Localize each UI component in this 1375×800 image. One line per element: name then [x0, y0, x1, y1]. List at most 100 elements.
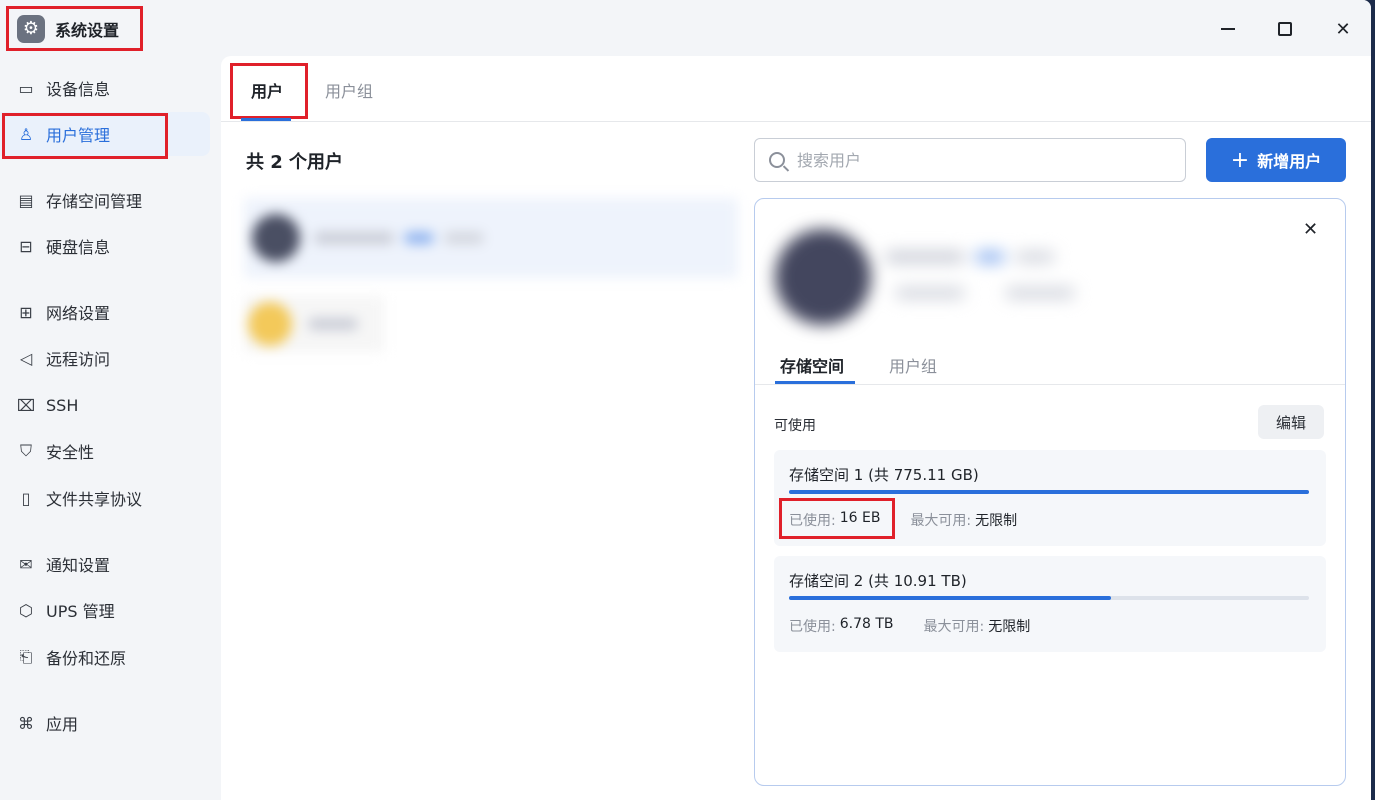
used-value: 6.78 TB [839, 616, 894, 632]
pool-stats: 已使用: 6.78 TB 最大可用: 无限制 [789, 616, 1030, 636]
user-list-item[interactable] [244, 296, 384, 352]
used-label: 已使用: [789, 513, 836, 529]
user-list-item[interactable] [244, 198, 738, 278]
sidebar-item-label: 网络设置 [46, 304, 111, 323]
blurred-text [1005, 287, 1075, 299]
add-user-label: 新增用户 [1257, 152, 1322, 171]
sidebar-item-disk-info[interactable]: ⊟ 硬盘信息 [0, 224, 210, 268]
apps-icon: ⌘ [18, 713, 34, 733]
gear-icon: ⚙ [17, 14, 45, 43]
settings-window: ⚙ 系统设置 ✕ ▭ 设备信息 ♙ 用户管理 ▤ 存储空间管理 ⊟ 硬盘信息 ⊞… [0, 0, 1371, 800]
sidebar-item-apps[interactable]: ⌘ 应用 [0, 701, 210, 745]
blurred-text [1015, 251, 1055, 263]
max-available-value: 无限制 [975, 513, 1018, 529]
send-icon: ◁ [19, 348, 33, 368]
blurred-user-header [755, 199, 1345, 349]
blurred-badge [975, 251, 1005, 263]
sidebar-item-label: 存储空间管理 [46, 192, 143, 211]
minimize-button[interactable] [1213, 14, 1243, 44]
avatar [252, 214, 300, 262]
blurred-text [444, 232, 484, 244]
blurred-badge [404, 232, 434, 244]
storage-pool-card: 存储空间 2 (共 10.91 TB) 已使用: 6.78 TB 最大可用: 无… [774, 556, 1326, 652]
divider [755, 384, 1345, 385]
pool-title: 存储空间 2 (共 10.91 TB) [789, 572, 967, 590]
network-icon: ⊞ [19, 302, 33, 322]
max-available-value: 无限制 [988, 619, 1031, 635]
ups-icon: ⬡ [19, 600, 33, 620]
usage-bar-fill [789, 490, 1309, 494]
maximize-icon [1278, 22, 1292, 36]
close-window-button[interactable]: ✕ [1328, 14, 1358, 44]
sidebar: ▭ 设备信息 ♙ 用户管理 ▤ 存储空间管理 ⊟ 硬盘信息 ⊞ 网络设置 ◁ 远… [0, 56, 220, 800]
max-available-label: 最大可用: [923, 619, 985, 635]
sidebar-item-label: UPS 管理 [46, 602, 115, 621]
edit-button[interactable]: 编辑 [1258, 405, 1324, 439]
minimize-icon [1221, 28, 1235, 30]
tab-detail-user-groups[interactable]: 用户组 [889, 353, 937, 377]
sidebar-item-device-info[interactable]: ▭ 设备信息 [0, 66, 210, 110]
used-value: 16 EB [839, 510, 881, 526]
sidebar-item-label: 设备信息 [46, 80, 111, 99]
tabs-bar: 用户 用户组 [221, 56, 1371, 122]
sidebar-item-network[interactable]: ⊞ 网络设置 [0, 290, 210, 334]
sidebar-item-label: 应用 [46, 715, 79, 734]
usage-bar [789, 490, 1309, 494]
sidebar-item-label: SSH [46, 395, 79, 415]
sidebar-item-user-management[interactable]: ♙ 用户管理 [0, 112, 210, 159]
highlight-frame [2, 113, 168, 159]
sidebar-item-label: 安全性 [46, 443, 95, 462]
blurred-name [308, 318, 358, 330]
active-tab-indicator [241, 118, 291, 121]
blurred-text [895, 287, 965, 299]
sidebar-item-remote-access[interactable]: ◁ 远程访问 [0, 336, 210, 380]
disk-icon: ⊟ [19, 236, 33, 256]
available-label: 可使用 [774, 418, 816, 434]
storage-icon: ▤ [18, 190, 34, 210]
window-title: 系统设置 [55, 20, 120, 40]
tab-storage[interactable]: 存储空间 [780, 353, 844, 377]
file-icon: ▯ [21, 488, 31, 508]
plus-icon: + [1230, 147, 1250, 173]
sidebar-item-security[interactable]: ⛉ 安全性 [0, 429, 210, 473]
blurred-name [314, 232, 394, 244]
backup-icon: ⎗ [19, 647, 33, 666]
title-bar: ⚙ 系统设置 ✕ [0, 0, 1371, 56]
maximize-button[interactable] [1270, 14, 1300, 44]
monitor-icon: ▭ [18, 78, 34, 98]
app-title: ⚙ 系统设置 [6, 6, 143, 51]
search-box[interactable] [754, 138, 1186, 182]
sidebar-item-backup[interactable]: ⎗ 备份和还原 [0, 635, 210, 679]
sidebar-item-storage[interactable]: ▤ 存储空间管理 [0, 178, 210, 222]
sidebar-item-label: 远程访问 [46, 350, 111, 369]
mail-icon: ✉ [19, 554, 33, 574]
close-icon: ✕ [1335, 18, 1351, 40]
sidebar-item-label: 通知设置 [46, 556, 111, 575]
shield-icon: ⛉ [19, 441, 32, 460]
add-user-button[interactable]: + 新增用户 [1206, 138, 1346, 182]
tab-users[interactable]: 用户 [251, 78, 283, 102]
search-input[interactable] [797, 150, 1157, 170]
user-count: 共 2 个用户 [246, 152, 344, 173]
avatar [248, 302, 292, 346]
storage-pool-card: 存储空间 1 (共 775.11 GB) 已使用: 16 EB 最大可用: 无限… [774, 450, 1326, 546]
sidebar-item-label: 备份和还原 [46, 649, 127, 668]
pool-stats: 已使用: 16 EB 最大可用: 无限制 [789, 510, 1017, 530]
used-label: 已使用: [789, 619, 836, 635]
terminal-icon: ⌧ [16, 395, 36, 415]
close-detail-button[interactable]: ✕ [1303, 219, 1318, 240]
tab-user-groups[interactable]: 用户组 [325, 78, 373, 102]
sidebar-item-ssh[interactable]: ⌧ SSH [0, 383, 210, 427]
search-icon [769, 152, 785, 168]
usage-bar [789, 596, 1309, 600]
main-panel: 用户 用户组 共 2 个用户 + 新增用户 [221, 56, 1371, 800]
sidebar-item-label: 文件共享协议 [46, 490, 143, 509]
pool-title: 存储空间 1 (共 775.11 GB) [789, 466, 979, 484]
user-detail-panel: ✕ 存储空间 用户组 可使用 编辑 存储空间 1 (共 775.11 GB) 已… [754, 198, 1346, 786]
sidebar-item-ups[interactable]: ⬡ UPS 管理 [0, 588, 210, 632]
blurred-name [885, 251, 965, 263]
sidebar-item-notifications[interactable]: ✉ 通知设置 [0, 542, 210, 586]
usage-bar-fill [789, 596, 1112, 600]
sidebar-item-label: 硬盘信息 [46, 238, 111, 257]
sidebar-item-file-sharing[interactable]: ▯ 文件共享协议 [0, 476, 210, 520]
